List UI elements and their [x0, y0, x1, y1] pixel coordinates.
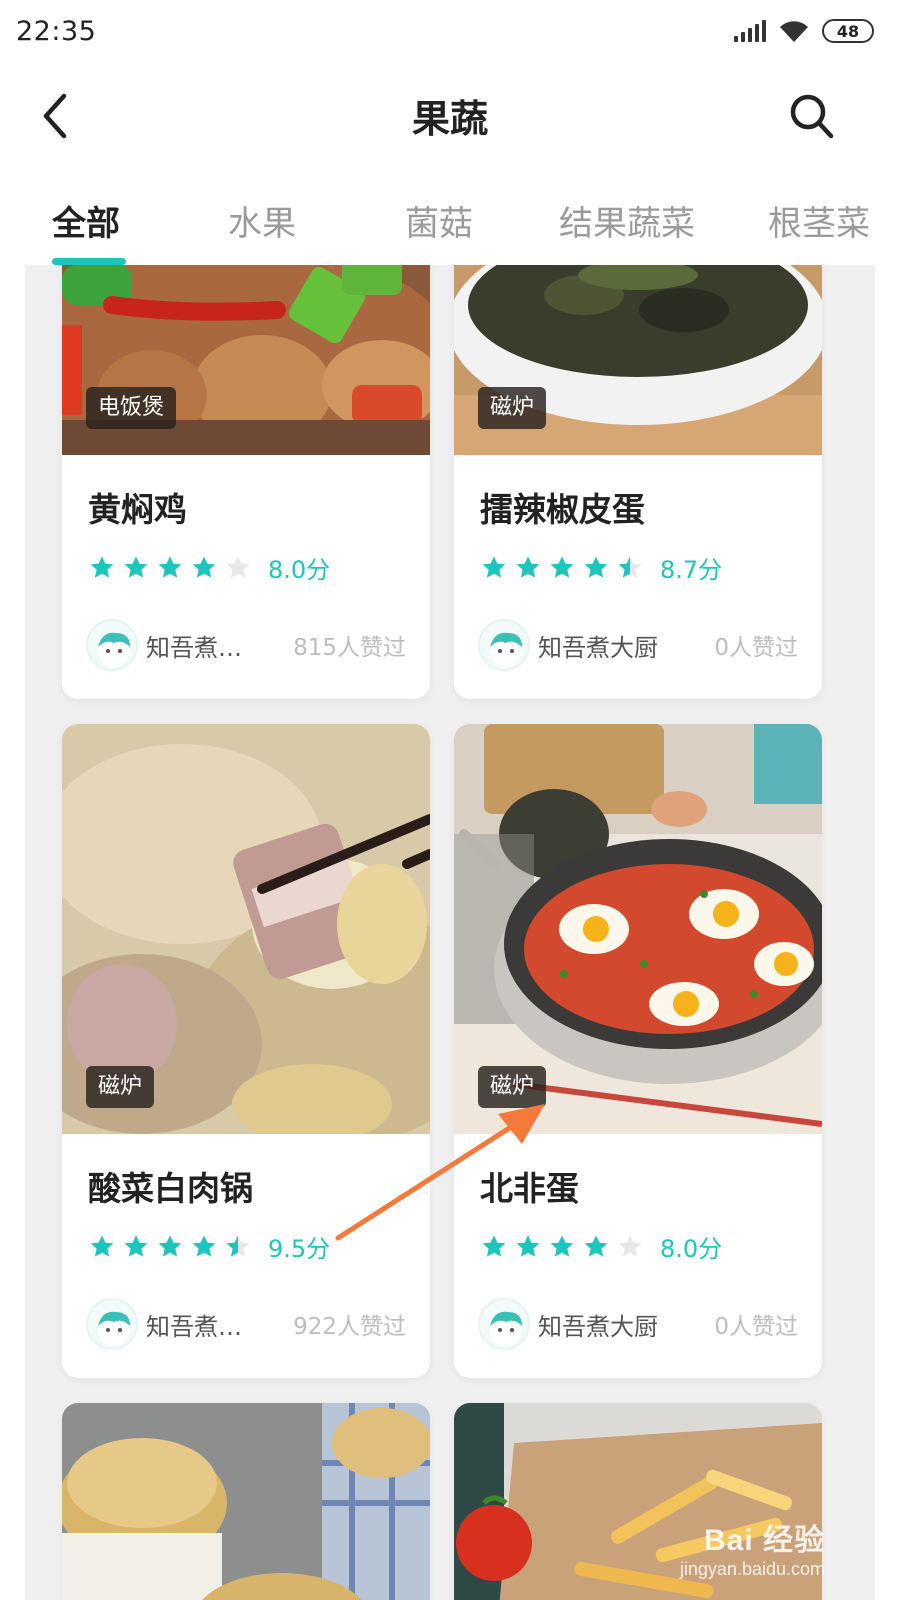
star-filled-icon	[550, 555, 574, 578]
tab-indicator	[52, 258, 126, 265]
star-rating	[480, 554, 644, 582]
recipe-image[interactable]: 磁炉	[62, 724, 430, 1134]
device-badge: 磁炉	[478, 387, 547, 429]
rating-score: 9.5分	[268, 1235, 331, 1263]
star-filled-icon	[550, 1234, 574, 1257]
author-row: 知吾煮大厨 0人赞过	[478, 1298, 798, 1350]
star-filled-icon	[516, 1234, 540, 1257]
recipe-image[interactable]: 电饭煲	[62, 265, 430, 455]
likes-count: 922人赞过	[293, 1314, 406, 1340]
back-chevron-icon[interactable]	[36, 90, 76, 142]
star-filled-icon	[90, 555, 114, 578]
rating-score: 8.7分	[660, 556, 723, 584]
status-bar: 22:35 48	[0, 0, 900, 62]
signal-icon	[734, 20, 766, 42]
device-badge: 电饭煲	[86, 387, 177, 429]
recipe-card[interactable]: 磁炉 酸菜白肉锅 9.5分 知吾煮… 922人赞过	[62, 724, 430, 1378]
likes-count: 0人赞过	[714, 635, 798, 661]
tab-fruit[interactable]: 水果	[228, 196, 296, 245]
star-filled-icon	[158, 1234, 182, 1257]
baidu-jingyan-watermark: Bai 经验 jingyan.baidu.com	[680, 1515, 825, 1580]
likes-count: 0人赞过	[714, 1314, 798, 1340]
category-tabs: 全部 水果 菌菇 结果蔬菜 根茎菜	[0, 180, 900, 270]
author-name[interactable]: 知吾煮…	[146, 628, 242, 663]
author-avatar[interactable]	[86, 619, 138, 671]
rating-score: 8.0分	[268, 556, 331, 584]
page-title: 果蔬	[411, 96, 488, 141]
recipe-photo	[62, 1403, 430, 1600]
rating-score: 8.0分	[660, 1235, 723, 1263]
author-name[interactable]: 知吾煮…	[146, 1307, 242, 1342]
author-row: 知吾煮… 815人赞过	[86, 619, 406, 671]
rating-row: 8.7分	[480, 550, 722, 585]
star-filled-icon	[192, 555, 216, 578]
tab-all[interactable]: 全部	[52, 196, 120, 245]
battery-level: 48	[836, 21, 860, 41]
status-icons: 48	[734, 18, 874, 44]
watermark-sub: jingyan.baidu.com	[679, 1559, 825, 1579]
likes-count: 815人赞过	[293, 635, 406, 661]
author-row: 知吾煮大厨 0人赞过	[478, 619, 798, 671]
header: 果蔬	[0, 70, 900, 160]
star-filled-icon	[584, 555, 608, 578]
star-empty-icon	[618, 1234, 642, 1257]
star-filled-icon	[482, 555, 506, 578]
rating-row: 8.0分	[88, 550, 330, 585]
star-half-icon	[226, 1234, 250, 1257]
wifi-icon	[780, 21, 808, 42]
tab-fruiting-vegetables[interactable]: 结果蔬菜	[559, 196, 695, 245]
star-filled-icon	[158, 555, 182, 578]
recipe-card[interactable]: 电饭煲 黄焖鸡 8.0分 知吾煮… 815人赞过	[62, 265, 430, 699]
star-rating	[480, 1233, 644, 1261]
author-name[interactable]: 知吾煮大厨	[538, 1307, 658, 1342]
star-filled-icon	[482, 1234, 506, 1257]
recipe-title: 酸菜白肉锅	[88, 1169, 253, 1208]
recipe-grid: 电饭煲 黄焖鸡 8.0分 知吾煮… 815人赞过 磁炉 擂辣椒皮蛋 8.7分 知…	[25, 265, 875, 1600]
star-filled-icon	[124, 1234, 148, 1257]
star-empty-icon	[226, 555, 250, 578]
star-rating	[88, 1233, 252, 1261]
recipe-card[interactable]: 磁炉 擂辣椒皮蛋 8.7分 知吾煮大厨 0人赞过	[454, 265, 822, 699]
star-half-icon	[618, 555, 642, 578]
star-filled-icon	[192, 1234, 216, 1257]
recipe-title: 北非蛋	[480, 1169, 579, 1208]
recipe-card[interactable]: 磁炉 北非蛋 8.0分 知吾煮大厨 0人赞过	[454, 724, 822, 1378]
status-time: 22:35	[16, 15, 97, 47]
battery-icon: 48	[822, 19, 874, 43]
tab-mushroom[interactable]: 菌菇	[405, 196, 473, 245]
author-avatar[interactable]	[86, 1298, 138, 1350]
recipe-image[interactable]: 磁炉	[454, 265, 822, 455]
tab-root-vegetables[interactable]: 根茎菜	[768, 196, 870, 245]
device-badge: 磁炉	[478, 1066, 547, 1108]
star-rating	[88, 554, 252, 582]
recipe-title: 擂辣椒皮蛋	[480, 490, 645, 529]
rating-row: 9.5分	[88, 1229, 330, 1264]
recipe-image[interactable]: 磁炉	[454, 724, 822, 1134]
author-avatar[interactable]	[478, 1298, 530, 1350]
author-name[interactable]: 知吾煮大厨	[538, 628, 658, 663]
recipe-title: 黄焖鸡	[88, 490, 187, 529]
recipe-image[interactable]	[62, 1403, 430, 1600]
rating-row: 8.0分	[480, 1229, 722, 1264]
star-filled-icon	[90, 1234, 114, 1257]
author-avatar[interactable]	[478, 619, 530, 671]
search-icon[interactable]	[788, 90, 836, 142]
star-filled-icon	[516, 555, 540, 578]
star-filled-icon	[124, 555, 148, 578]
recipe-card[interactable]	[62, 1403, 430, 1600]
watermark-main: Bai 经验	[703, 1524, 825, 1557]
author-row: 知吾煮… 922人赞过	[86, 1298, 406, 1350]
device-badge: 磁炉	[86, 1066, 155, 1108]
star-filled-icon	[584, 1234, 608, 1257]
